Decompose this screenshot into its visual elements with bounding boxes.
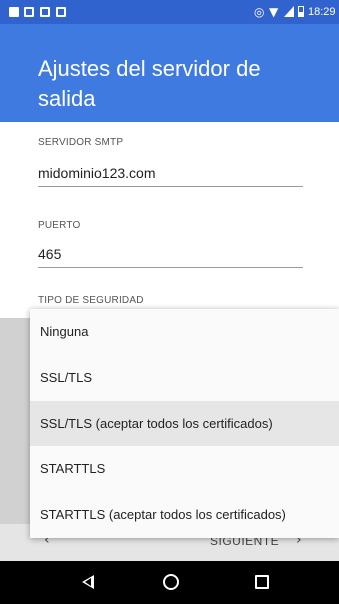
back-triangle-icon[interactable] [82,575,94,589]
signal-icon [284,6,294,17]
security-type-label: TIPO DE SEGURIDAD [38,295,144,306]
security-option-starttls-accept-all[interactable]: STARTTLS (aceptar todos los certificados… [30,492,339,538]
page-title: Ajustes del servidor de salida [38,56,261,111]
sync-icon: ◎ [254,5,265,19]
battery-icon [298,6,304,17]
security-option-ninguna[interactable]: Ninguna [30,309,339,355]
security-option-ssl-tls[interactable]: SSL/TLS [30,355,339,401]
system-nav-bar [0,561,339,604]
status-time: 18:29 [308,6,336,18]
port-label: PUERTO [38,220,81,231]
mail-icon [40,7,50,17]
security-option-ssl-tls-accept-all[interactable]: SSL/TLS (aceptar todos los certificados) [30,400,339,447]
status-bar: ◎ ▼ 18:29 [0,0,339,24]
mail-icon [56,7,66,17]
recents-square-icon[interactable] [255,575,269,589]
security-type-dropdown: Ninguna SSL/TLS SSL/TLS (aceptar todos l… [30,309,339,538]
smtp-server-input[interactable]: midominio123.com [38,165,303,187]
wifi-icon: ▼ [269,5,279,19]
port-input[interactable]: 465 [38,246,303,268]
app-notification-icon [9,7,19,17]
app-bar: Ajustes del servidor de salida [0,24,339,122]
image-icon [24,7,34,17]
security-option-starttls[interactable]: STARTTLS [30,446,339,492]
smtp-server-label: SERVIDOR SMTP [38,137,124,148]
home-circle-icon[interactable] [163,574,179,590]
